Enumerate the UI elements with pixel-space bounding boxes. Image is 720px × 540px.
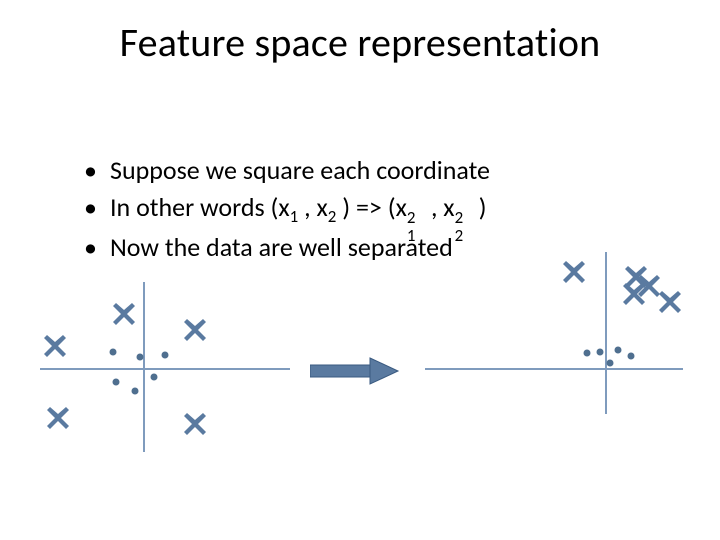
b2-suffix: )	[473, 191, 487, 223]
data-xmark	[659, 291, 681, 313]
b2-prefix: In other words (x	[110, 191, 290, 223]
plot-left	[40, 260, 290, 450]
data-xmark	[113, 303, 135, 325]
bullet-2: In other words (x1 , x2 ) => (x12 , x22 …	[84, 191, 680, 227]
data-dot	[151, 374, 158, 381]
b2-mid2: ) => (x	[336, 191, 407, 223]
b2-sub1: 1	[290, 206, 299, 227]
data-dot	[162, 351, 169, 358]
data-dot	[628, 353, 635, 360]
data-xmark	[184, 413, 206, 435]
data-dot	[583, 350, 590, 357]
plots-area	[30, 260, 690, 480]
slide-title: Feature space representation	[0, 18, 720, 67]
plot-right	[425, 252, 685, 452]
axis-h-left	[40, 368, 290, 370]
data-xmark	[47, 407, 69, 429]
data-xmark	[638, 275, 660, 297]
data-dot	[131, 387, 138, 394]
b2-mid1: , x	[298, 191, 328, 223]
slide: Feature space representation Suppose we …	[0, 0, 720, 540]
data-xmark	[44, 335, 66, 357]
data-dot	[607, 360, 614, 367]
data-dot	[109, 349, 116, 356]
data-dot	[615, 346, 622, 353]
axis-v-left	[143, 282, 145, 452]
bullet-list: Suppose we square each coordinate In oth…	[44, 154, 680, 267]
data-dot	[137, 353, 144, 360]
data-xmark	[563, 261, 585, 283]
axis-v-right	[605, 252, 607, 414]
data-dot	[112, 378, 119, 385]
axis-h-right	[425, 368, 683, 370]
b2-mid3: , x	[425, 191, 455, 223]
arrow-icon	[310, 356, 400, 386]
bullet-1: Suppose we square each coordinate	[84, 154, 680, 187]
data-dot	[596, 348, 603, 355]
data-xmark	[184, 319, 206, 341]
